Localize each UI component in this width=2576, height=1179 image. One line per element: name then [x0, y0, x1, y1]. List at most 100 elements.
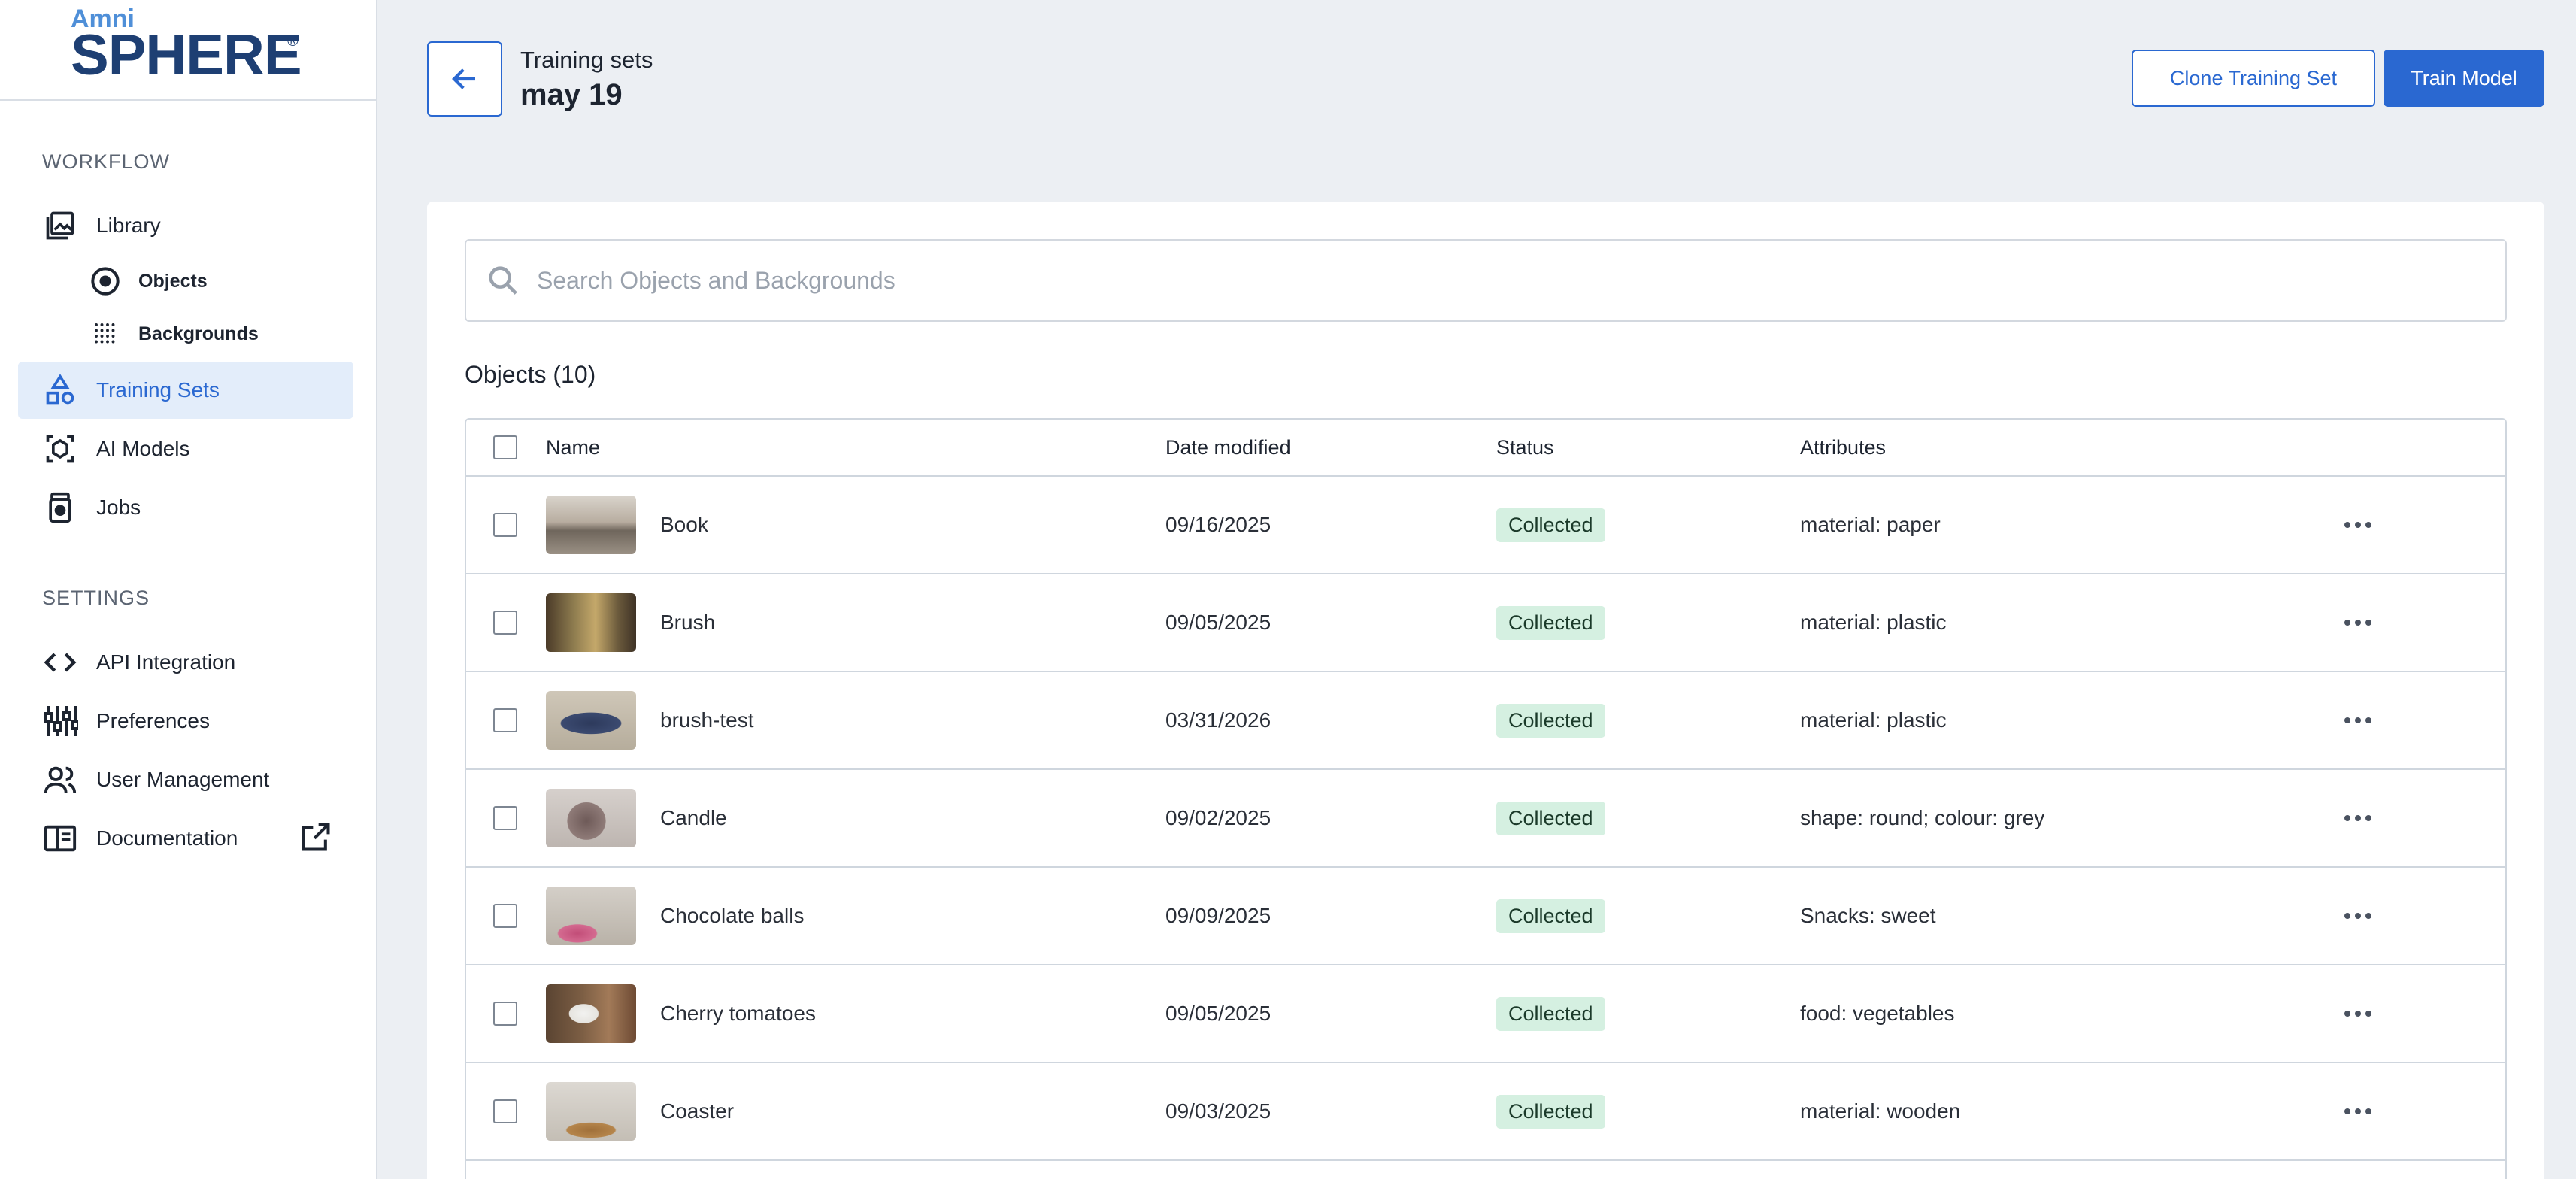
search-icon: [489, 266, 517, 295]
date-modified: 09/09/2025: [1165, 904, 1271, 927]
more-options-icon[interactable]: [2344, 717, 2371, 723]
external-link-icon[interactable]: [299, 820, 335, 856]
objects-card: Objects (10) Name Date modified Status A…: [427, 202, 2544, 1179]
brand-logo[interactable]: Amni SPHERE ®: [0, 0, 376, 101]
sidebar-item-label: Backgrounds: [138, 323, 259, 344]
more-options-icon[interactable]: [2344, 1011, 2371, 1017]
object-thumbnail: [546, 887, 636, 945]
objects-table: Name Date modified Status Attributes Boo…: [465, 418, 2507, 1179]
search-input[interactable]: [537, 266, 2417, 295]
users-icon: [41, 760, 80, 799]
attributes: Snacks: sweet: [1800, 904, 1936, 927]
clone-training-set-button[interactable]: Clone Training Set: [2132, 50, 2375, 107]
table-header: Name Date modified Status Attributes: [466, 420, 2505, 477]
column-header-date[interactable]: Date modified: [1165, 420, 1291, 475]
object-name: Coaster: [660, 1099, 735, 1123]
row-checkbox[interactable]: [493, 708, 517, 732]
attributes: material: paper: [1800, 513, 1941, 536]
sidebar-item-backgrounds[interactable]: Backgrounds: [72, 305, 353, 362]
sidebar-item-label: Objects: [138, 270, 208, 292]
code-icon: [41, 643, 80, 682]
status-badge: Collected: [1496, 801, 1605, 835]
page-title: may 19: [520, 78, 623, 111]
sidebar-item-label: AI Models: [96, 437, 190, 460]
sidebar-item-preferences[interactable]: Preferences: [18, 693, 353, 750]
attributes: material: plastic: [1800, 611, 1947, 634]
column-header-attributes[interactable]: Attributes: [1800, 420, 1886, 475]
object-name: Chocolate balls: [660, 904, 805, 927]
row-checkbox[interactable]: [493, 611, 517, 635]
sidebar-item-label: Library: [96, 214, 161, 237]
status-badge: Collected: [1496, 996, 1605, 1031]
train-model-button[interactable]: Train Model: [2384, 50, 2544, 107]
column-header-name[interactable]: Name: [546, 420, 600, 475]
sidebar-item-training-sets[interactable]: Training Sets: [18, 362, 353, 419]
table-row[interactable]: Book 09/16/2025 Collected material: pape…: [466, 477, 2505, 574]
select-all-checkbox[interactable]: [493, 435, 517, 459]
sidebar-item-user-management[interactable]: User Management: [18, 751, 353, 808]
arrow-left-icon: [452, 68, 475, 89]
sidebar-item-documentation[interactable]: Documentation: [18, 810, 353, 867]
more-options-icon[interactable]: [2344, 522, 2371, 528]
date-modified: 03/31/2026: [1165, 708, 1271, 732]
brand-registered: ®: [287, 33, 299, 50]
brand-name: SPHERE: [71, 23, 302, 87]
attributes: shape: round; colour: grey: [1800, 806, 2045, 829]
more-options-icon[interactable]: [2344, 913, 2371, 919]
row-checkbox[interactable]: [493, 1002, 517, 1026]
sidebar-item-jobs[interactable]: Jobs: [18, 479, 353, 536]
objects-icon: [89, 265, 122, 298]
breadcrumb[interactable]: Training sets: [520, 47, 653, 74]
back-button[interactable]: [427, 41, 502, 117]
sidebar-item-api-integration[interactable]: API Integration: [18, 634, 353, 691]
book-icon: [41, 819, 80, 858]
sidebar-item-objects[interactable]: Objects: [72, 253, 353, 310]
backgrounds-icon: [89, 317, 122, 350]
object-name: brush-test: [660, 708, 754, 732]
table-row[interactable]: Brush 09/05/2025 Collected material: pla…: [466, 574, 2505, 672]
status-badge: Collected: [1496, 899, 1605, 933]
row-checkbox[interactable]: [493, 806, 517, 830]
settings-section-label: SETTINGS: [42, 586, 150, 609]
date-modified: 09/05/2025: [1165, 1002, 1271, 1025]
sidebar-item-label: Documentation: [96, 826, 238, 850]
row-checkbox[interactable]: [493, 1099, 517, 1123]
object-thumbnail: [546, 496, 636, 554]
row-checkbox[interactable]: [493, 904, 517, 928]
table-row[interactable]: Cherry tomatoes 09/05/2025 Collected foo…: [466, 965, 2505, 1063]
sidebar: Amni SPHERE ® WORKFLOW Library Objects B…: [0, 0, 377, 1179]
date-modified: 09/16/2025: [1165, 513, 1271, 536]
table-row[interactable]: brush-test 03/31/2026 Collected material…: [466, 672, 2505, 770]
object-thumbnail: [546, 984, 636, 1043]
row-checkbox[interactable]: [493, 513, 517, 537]
sidebar-item-label: API Integration: [96, 650, 236, 674]
table-row[interactable]: Chocolate balls 09/09/2025 Collected Sna…: [466, 868, 2505, 965]
status-badge: Collected: [1496, 605, 1605, 640]
object-name: Brush: [660, 611, 716, 634]
object-name: Book: [660, 513, 708, 536]
object-thumbnail: [546, 593, 636, 652]
status-badge: Collected: [1496, 703, 1605, 738]
more-options-icon[interactable]: [2344, 620, 2371, 626]
sidebar-item-ai-models[interactable]: AI Models: [18, 420, 353, 477]
more-options-icon[interactable]: [2344, 815, 2371, 821]
column-header-status[interactable]: Status: [1496, 420, 1554, 475]
date-modified: 09/05/2025: [1165, 611, 1271, 634]
table-row[interactable]: Coaster 09/03/2025 Collected material: w…: [466, 1063, 2505, 1161]
attributes: material: plastic: [1800, 708, 1947, 732]
object-thumbnail: [546, 789, 636, 847]
more-options-icon[interactable]: [2344, 1108, 2371, 1114]
object-name: Candle: [660, 806, 727, 829]
search-box[interactable]: [465, 239, 2507, 322]
object-name: Cherry tomatoes: [660, 1002, 816, 1025]
objects-heading: Objects (10): [465, 361, 596, 388]
table-row[interactable]: Candle 09/02/2025 Collected shape: round…: [466, 770, 2505, 868]
sidebar-item-label: Preferences: [96, 709, 210, 732]
sidebar-item-label: User Management: [96, 768, 270, 791]
jobs-icon: [41, 488, 80, 527]
attributes: material: wooden: [1800, 1099, 1961, 1123]
library-icon: [41, 206, 80, 245]
sidebar-item-library[interactable]: Library: [18, 197, 353, 254]
date-modified: 09/03/2025: [1165, 1099, 1271, 1123]
date-modified: 09/02/2025: [1165, 806, 1271, 829]
